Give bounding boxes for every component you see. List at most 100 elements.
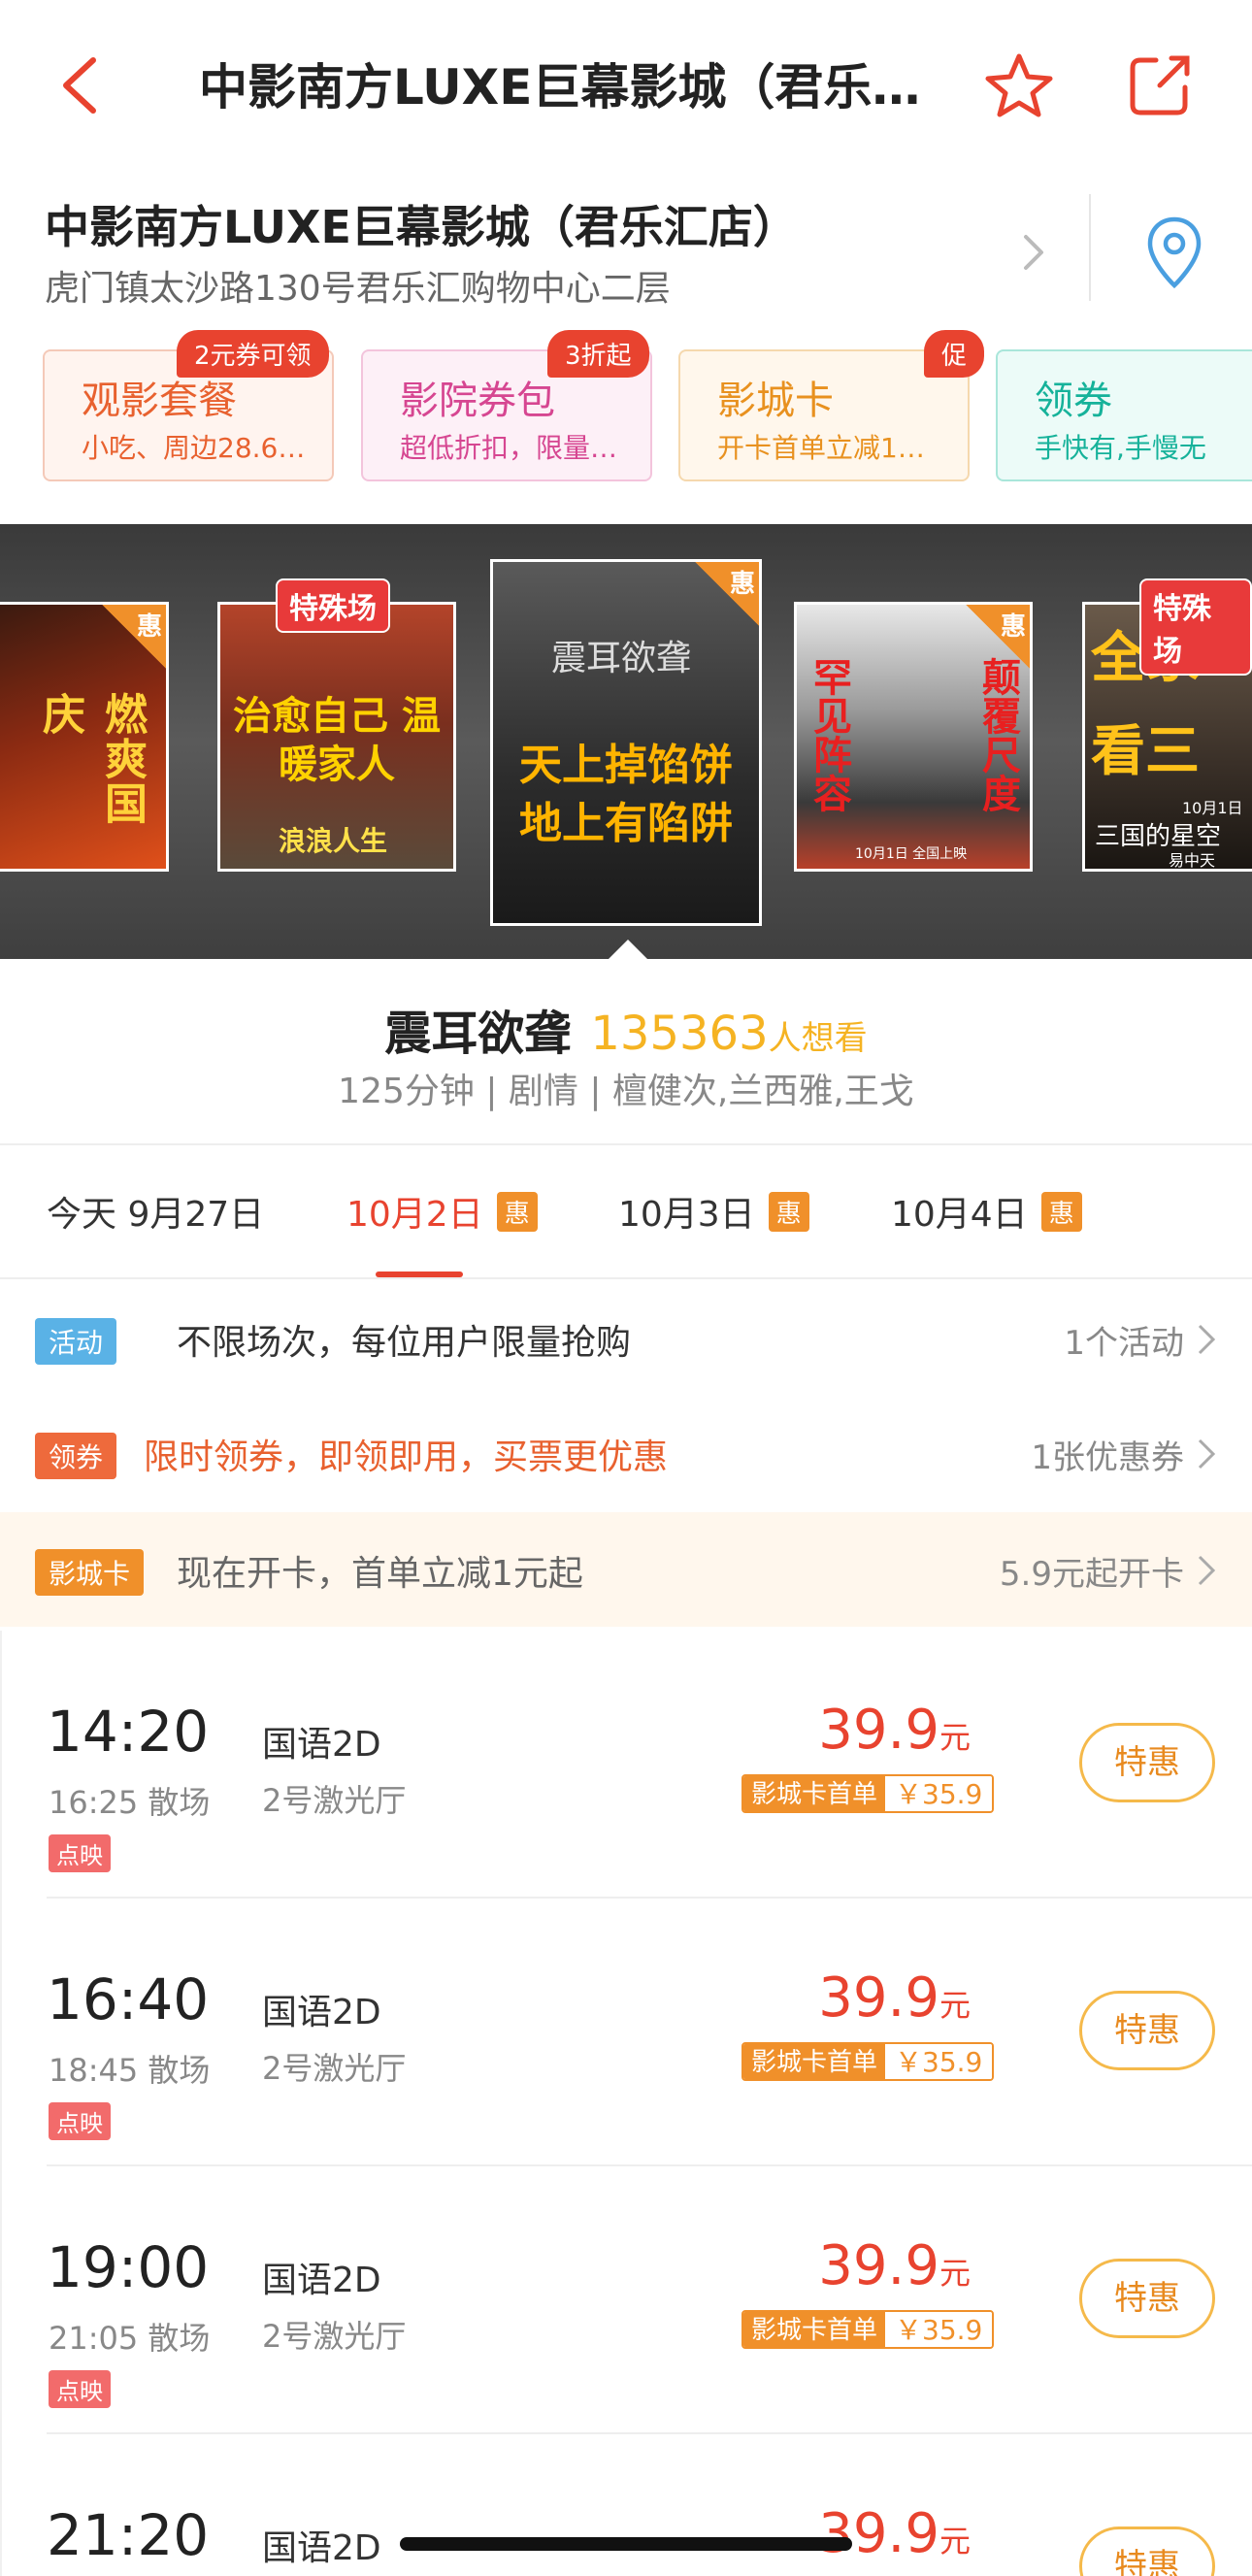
- promo-get-coupon[interactable]: 领券 手快有,手慢无: [996, 349, 1252, 481]
- nav-bar: 中影南方LUXE巨幕影城（君乐…: [0, 0, 1252, 165]
- activity-text: 不限场次，每位用户限量抢购: [177, 1323, 632, 1363]
- poster-title: 燃爽国庆: [35, 692, 147, 826]
- poster-title: 天上掉馅饼 地上有陷阱: [519, 741, 733, 848]
- date-tabs: 今天 9月27日 10月2日惠 10月3日惠 10月4日惠: [0, 1145, 1252, 1279]
- tab-date-oct3[interactable]: 10月3日惠: [618, 1186, 809, 1237]
- card-price-badge: 影城卡首单 ￥35.9: [741, 2310, 995, 2349]
- coupon-count: 1张优惠券: [1031, 1438, 1184, 1477]
- start-time: 19:00: [47, 2234, 210, 2300]
- language-format: 国语2D: [262, 2261, 381, 2300]
- poster-card-selected[interactable]: 震耳欲聋 天上掉馅饼 地上有陷阱 惠: [490, 559, 762, 926]
- showtime-row[interactable]: 19:00 21:05 散场 点映 国语2D 2号激光厅 39.9元 影城卡首单…: [2, 2166, 1252, 2434]
- hall-name: 2号激光厅: [262, 1782, 407, 1819]
- cinema-card-row[interactable]: 影城卡 现在开卡，首单立减1元起 5.9元起开卡: [0, 1512, 1252, 1627]
- discount-badge: 惠: [768, 1192, 809, 1232]
- language-format: 国语2D: [262, 1993, 381, 2032]
- card-price-badge: 影城卡首单 ￥35.9: [741, 2042, 995, 2081]
- tab-date-oct2[interactable]: 10月2日惠: [346, 1186, 538, 1237]
- activity-tag: 活动: [35, 1318, 117, 1365]
- want-label: 人想看: [768, 1019, 868, 1058]
- location-pin-icon[interactable]: [1140, 214, 1208, 291]
- coupon-text: 限时领券，即领即用，买票更优惠: [144, 1437, 669, 1477]
- promo-badge: 3折起: [547, 330, 649, 378]
- chevron-right-icon: [1198, 1555, 1216, 1586]
- cinema-card-tag: 影城卡: [35, 1549, 145, 1596]
- preview-tag: 点映: [49, 1834, 111, 1872]
- hall-name: 2号激光厅: [262, 2050, 407, 2087]
- ticket-price: 39.9元: [818, 2234, 971, 2297]
- tab-date-oct4[interactable]: 10月4日惠: [891, 1186, 1082, 1237]
- language-format: 国语2D: [262, 2528, 381, 2568]
- end-time: 16:25 散场: [49, 1784, 211, 1821]
- discount-badge: 惠: [496, 1192, 538, 1232]
- promo-subtitle: 手快有,手慢无: [1035, 432, 1206, 464]
- tab-date-today[interactable]: 今天 9月27日: [47, 1186, 264, 1237]
- buy-button[interactable]: 特惠: [1079, 2526, 1215, 2576]
- poster-caption-author: 易中天: [1169, 851, 1216, 870]
- chevron-right-icon: [1198, 1324, 1216, 1355]
- discount-badge: 惠: [1040, 1192, 1082, 1232]
- divider: [1089, 194, 1091, 301]
- poster-caption: 浪浪人生: [279, 825, 388, 857]
- buy-button[interactable]: 特惠: [1079, 1991, 1215, 2070]
- promo-subtitle: 超低折扣，限量…: [400, 432, 618, 464]
- movie-info: 震耳欲聋 135363人想看 125分钟 | 剧情 | 檀健次,兰西雅,王戈: [0, 971, 1252, 1145]
- home-indicator: [400, 2537, 852, 2551]
- preview-tag: 点映: [49, 2102, 111, 2140]
- ticket-price: 39.9元: [818, 1699, 971, 1762]
- poster-carousel[interactable]: 燃爽国庆 惠 治愈自己 温暖家人 浪浪人生 特殊场 震耳欲聋 天上掉馅饼 地上有…: [0, 524, 1252, 959]
- preview-tag: 点映: [49, 2370, 111, 2408]
- discount-badge: 惠: [102, 605, 166, 669]
- promo-badge: 促: [924, 330, 985, 378]
- poster-title: 治愈自己 温暖家人: [233, 694, 441, 787]
- buy-button[interactable]: 特惠: [1079, 2259, 1215, 2338]
- want-count: 135363: [590, 1007, 769, 1061]
- page-title: 中影南方LUXE巨幕影城（君乐…: [199, 59, 921, 116]
- language-format: 国语2D: [262, 1725, 381, 1765]
- card-price-badge: 影城卡首单 ￥35.9: [741, 1774, 995, 1813]
- poster-caption: 震耳欲聋: [551, 639, 692, 678]
- end-time: 18:45 散场: [49, 2052, 211, 2089]
- poster-card[interactable]: 罕见阵容 颠覆尺度 10月1日 全国上映 惠: [794, 602, 1033, 872]
- ticket-price: 39.9元: [818, 1966, 971, 2030]
- hall-name: 2号激光厅: [262, 2318, 407, 2355]
- cinema-card-text: 现在开卡，首单立减1元起: [177, 1554, 583, 1594]
- promo-title: 影城卡: [717, 379, 834, 423]
- selected-pointer: [607, 940, 649, 961]
- discount-badge: 惠: [695, 562, 759, 626]
- showtime-row[interactable]: 16:40 18:45 散场 点映 国语2D 2号激光厅 39.9元 影城卡首单…: [2, 1899, 1252, 2166]
- movie-meta: 125分钟 | 剧情 | 檀健次,兰西雅,王戈: [338, 1072, 914, 1111]
- special-screening-badge: 特殊场: [1139, 578, 1252, 676]
- showtime-list: 14:20 16:25 散场 点映 国语2D 2号激光厅 39.9元 影城卡首单…: [0, 1631, 1252, 2576]
- promo-subtitle: 小吃、周边28.6…: [82, 432, 306, 464]
- activity-count: 1个活动: [1064, 1324, 1184, 1363]
- cinema-info[interactable]: 中影南方LUXE巨幕影城（君乐汇店） 虎门镇太沙路130号君乐汇购物中心二层: [0, 184, 1252, 320]
- movie-title: 震耳欲聋: [384, 1007, 572, 1061]
- favorite-star-icon[interactable]: [980, 47, 1058, 124]
- poster-caption-date: 10月1日: [1182, 799, 1243, 817]
- poster-card[interactable]: 治愈自己 温暖家人 浪浪人生: [217, 602, 456, 872]
- poster-title-right: 颠覆尺度: [975, 657, 1020, 812]
- promo-title: 影院券包: [400, 379, 555, 423]
- start-time: 16:40: [47, 1966, 210, 2032]
- start-time: 21:20: [47, 2502, 210, 2568]
- promo-title: 领券: [1035, 379, 1112, 423]
- poster-card[interactable]: 燃爽国庆 惠: [0, 602, 169, 872]
- back-icon[interactable]: [50, 47, 109, 124]
- activity-row[interactable]: 活动 不限场次，每位用户限量抢购 1个活动: [0, 1281, 1252, 1396]
- share-icon[interactable]: [1121, 47, 1199, 124]
- cinema-address: 虎门镇太沙路130号君乐汇购物中心二层: [45, 269, 671, 309]
- buy-button[interactable]: 特惠: [1079, 1723, 1215, 1802]
- cinema-name: 中影南方LUXE巨幕影城（君乐汇店）: [45, 201, 798, 253]
- showtime-row[interactable]: 21:20 国语2D 39.9元 特惠: [2, 2434, 1252, 2576]
- poster-caption: 10月1日 全国上映: [855, 846, 968, 862]
- chevron-right-icon: [1024, 235, 1043, 270]
- start-time: 14:20: [47, 1699, 210, 1765]
- end-time: 21:05 散场: [49, 2320, 211, 2357]
- coupon-row[interactable]: 领券 限时领券，即领即用，买票更优惠 1张优惠券: [0, 1396, 1252, 1510]
- showtime-row[interactable]: 14:20 16:25 散场 点映 国语2D 2号激光厅 39.9元 影城卡首单…: [2, 1631, 1252, 1899]
- divider: [0, 1277, 1252, 1279]
- discount-badge: 惠: [966, 605, 1030, 669]
- special-screening-badge: 特殊场: [276, 578, 390, 633]
- coupon-tag: 领券: [35, 1433, 117, 1479]
